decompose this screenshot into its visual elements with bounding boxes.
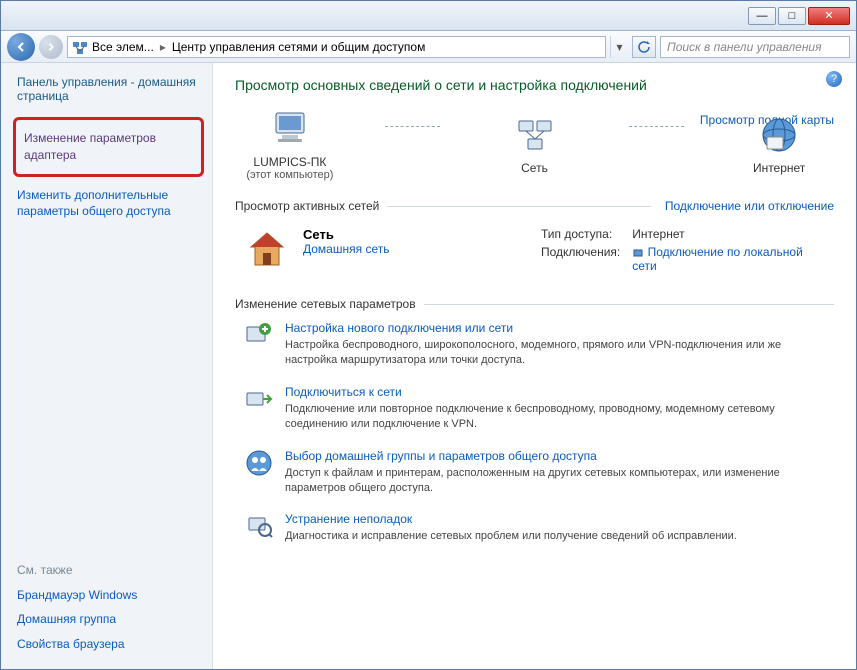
task-description: Подключение или повторное подключение к … (285, 402, 795, 433)
help-button[interactable]: ? (826, 71, 842, 87)
task-item: Устранение неполадок Диагностика и испра… (235, 512, 834, 544)
search-input[interactable]: Поиск в панели управления (660, 36, 850, 58)
connection-link[interactable]: Подключение по локальной сети (632, 245, 803, 273)
change-settings-header: Изменение сетевых параметров (235, 297, 834, 311)
troubleshoot-icon (245, 512, 273, 540)
active-network-row: Сеть Домашняя сеть Тип доступа: Интернет… (235, 221, 834, 279)
node-sublabel: (этот компьютер) (235, 169, 345, 181)
task-link[interactable]: Выбор домашней группы и параметров общег… (285, 449, 597, 463)
node-label: Сеть (480, 161, 590, 175)
connections-label: Подключения: (541, 245, 620, 273)
task-body: Подключиться к сети Подключение или повт… (285, 385, 795, 433)
active-networks-header: Просмотр активных сетей Подключение или … (235, 199, 834, 213)
ethernet-icon (632, 247, 644, 259)
network-map: LUMPICS-ПК (этот компьютер) Сеть Интерне… (235, 107, 834, 181)
titlebar: — □ ✕ (1, 1, 856, 31)
address-dropdown[interactable]: ▾ (610, 36, 628, 58)
connect-network-icon (245, 385, 273, 413)
globe-icon (757, 113, 801, 157)
network-line (629, 126, 684, 127)
network-name: Сеть (303, 227, 503, 242)
maximize-button[interactable]: □ (778, 7, 806, 25)
section-title: Просмотр активных сетей (235, 199, 379, 213)
main-panel: ? Просмотр основных сведений о сети и на… (213, 63, 856, 669)
navigation-bar: Все элем... ▸ Центр управления сетями и … (1, 31, 856, 63)
network-details: Тип доступа: Интернет Подключения: Подкл… (517, 227, 824, 273)
minimize-button[interactable]: — (748, 7, 776, 25)
advanced-sharing-link[interactable]: Изменить дополнительные параметры общего… (17, 183, 212, 225)
content-area: Панель управления - домашняя страница Из… (1, 63, 856, 669)
sidebar-spacer (17, 224, 212, 552)
task-description: Доступ к файлам и принтерам, расположенн… (285, 466, 795, 497)
network-node-internet: Интернет (724, 113, 834, 175)
connections-value: Подключение по локальной сети (632, 245, 824, 273)
control-panel-home-link[interactable]: Панель управления - домашняя страница (17, 75, 212, 103)
access-type-label: Тип доступа: (541, 227, 620, 241)
network-type-link[interactable]: Домашняя сеть (303, 242, 389, 256)
divider (424, 304, 834, 305)
firewall-link[interactable]: Брандмауэр Windows (17, 583, 212, 608)
task-link[interactable]: Настройка нового подключения или сети (285, 321, 513, 335)
refresh-button[interactable] (632, 36, 656, 58)
network-node-pc: LUMPICS-ПК (этот компьютер) (235, 107, 345, 181)
homegroup-icon (245, 449, 273, 477)
back-button[interactable] (7, 33, 35, 61)
address-bar[interactable]: Все элем... ▸ Центр управления сетями и … (67, 36, 606, 58)
network-center-icon (72, 39, 88, 55)
task-description: Диагностика и исправление сетевых пробле… (285, 529, 737, 544)
task-body: Устранение неполадок Диагностика и испра… (285, 512, 737, 544)
new-connection-icon (245, 321, 273, 349)
close-button[interactable]: ✕ (808, 7, 850, 25)
adapter-settings-link[interactable]: Изменение параметров адаптера (24, 126, 193, 168)
search-placeholder: Поиск в панели управления (667, 40, 822, 54)
task-list: Настройка нового подключения или сети На… (235, 321, 834, 545)
task-body: Настройка нового подключения или сети На… (285, 321, 795, 369)
connect-disconnect-link[interactable]: Подключение или отключение (651, 199, 834, 213)
task-item: Подключиться к сети Подключение или повт… (235, 385, 834, 433)
network-node-network: Сеть (480, 113, 590, 175)
breadcrumb-item[interactable]: Центр управления сетями и общим доступом (172, 40, 426, 54)
highlighted-link: Изменение параметров адаптера (13, 117, 204, 177)
computer-icon (268, 107, 312, 151)
node-label: Интернет (724, 161, 834, 175)
forward-button (39, 35, 63, 59)
arrow-right-icon (46, 42, 56, 52)
access-type-value: Интернет (632, 227, 824, 241)
homegroup-link[interactable]: Домашняя группа (17, 607, 212, 632)
refresh-icon (637, 40, 651, 54)
browser-properties-link[interactable]: Свойства браузера (17, 632, 212, 657)
breadcrumb-separator: ▸ (160, 40, 166, 54)
control-panel-window: — □ ✕ Все элем... ▸ Центр управления сет… (0, 0, 857, 670)
network-info: Сеть Домашняя сеть (303, 227, 503, 273)
page-heading: Просмотр основных сведений о сети и наст… (235, 77, 834, 93)
task-item: Настройка нового подключения или сети На… (235, 321, 834, 369)
task-body: Выбор домашней группы и параметров общег… (285, 449, 795, 497)
task-item: Выбор домашней группы и параметров общег… (235, 449, 834, 497)
sidebar: Панель управления - домашняя страница Из… (1, 63, 213, 669)
divider (387, 206, 651, 207)
section-title: Изменение сетевых параметров (235, 297, 416, 311)
see-also-header: См. также (17, 563, 212, 577)
network-icon (513, 113, 557, 157)
arrow-left-icon (15, 41, 27, 53)
task-description: Настройка беспроводного, широкополосного… (285, 338, 795, 369)
node-label: LUMPICS-ПК (235, 155, 345, 169)
network-line (385, 126, 440, 127)
house-icon (245, 227, 289, 271)
task-link[interactable]: Подключиться к сети (285, 385, 402, 399)
task-link[interactable]: Устранение неполадок (285, 512, 412, 526)
breadcrumb-item[interactable]: Все элем... (92, 40, 154, 54)
